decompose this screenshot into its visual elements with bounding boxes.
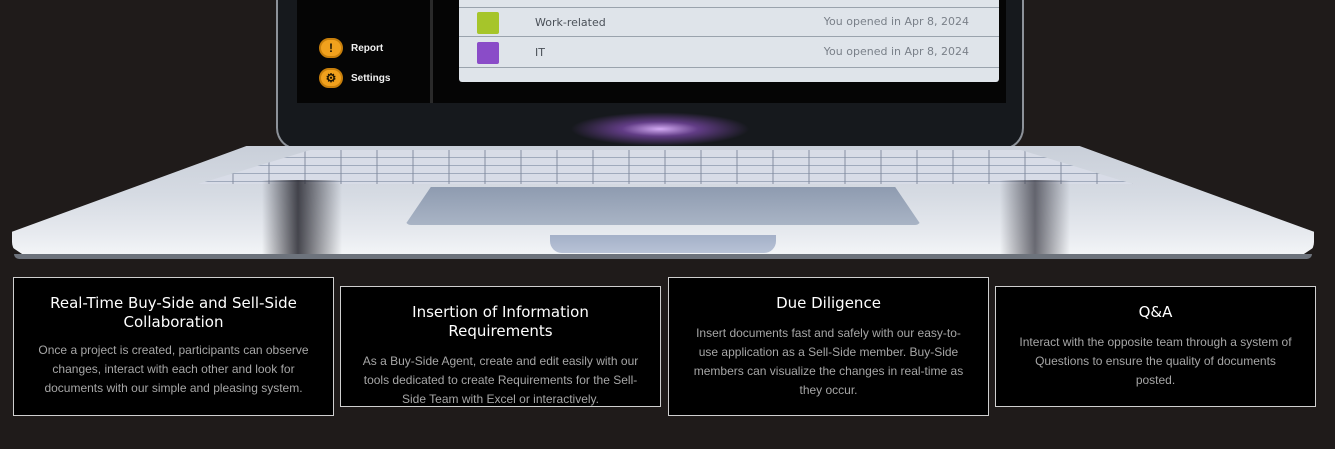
feature-title: Insertion of Information Requirements	[412, 303, 589, 340]
screen-glow	[570, 112, 750, 146]
feature-title: Real-Time Buy-Side and Sell-Side Collabo…	[50, 294, 297, 331]
deck-reflection-left	[262, 180, 342, 256]
feature-title: Q&A	[1138, 303, 1173, 321]
alert-icon: !	[319, 38, 343, 58]
laptop-opening-notch	[550, 235, 776, 253]
feature-title: Due Diligence	[776, 294, 881, 312]
file-opened-date: You opened in Apr 8, 2024	[823, 15, 969, 28]
feature-card-qa: Q&A Interact with the opposite team thro…	[995, 286, 1316, 407]
laptop-screen: ! Report ⚙ Settings Work-related You ope…	[297, 0, 1006, 103]
feature-description: As a Buy-Side Agent, create and edit eas…	[362, 354, 639, 406]
sidebar-item-settings[interactable]: ⚙ Settings	[319, 68, 390, 88]
app-main: Work-related You opened in Apr 8, 2024 I…	[442, 0, 1006, 103]
file-row-it[interactable]: IT You opened in Apr 8, 2024	[459, 38, 999, 68]
file-opened-date: You opened in Apr 8, 2024	[823, 45, 969, 58]
deck-reflection-right	[1000, 180, 1070, 256]
feature-card-due-diligence: Due Diligence Insert documents fast and …	[668, 277, 989, 416]
sidebar-item-report[interactable]: ! Report	[319, 38, 383, 58]
feature-description: Insert documents fast and safely with ou…	[693, 326, 964, 397]
gear-icon: ⚙	[319, 68, 343, 88]
folder-icon	[477, 12, 499, 34]
app-sidebar: ! Report ⚙ Settings	[297, 0, 433, 103]
file-name: Work-related	[535, 16, 606, 29]
file-name: IT	[535, 46, 545, 59]
feature-description: Once a project is created, participants …	[38, 343, 309, 395]
sidebar-item-label: Report	[351, 42, 384, 54]
laptop-keyboard	[198, 150, 1133, 184]
folder-icon	[477, 42, 499, 64]
recent-files-list: Work-related You opened in Apr 8, 2024 I…	[459, 0, 999, 82]
feature-card-requirements: Insertion of Information Requirements As…	[340, 286, 661, 407]
laptop-trackpad	[405, 187, 921, 225]
laptop-base-edge	[14, 254, 1312, 259]
feature-card-collaboration: Real-Time Buy-Side and Sell-Side Collabo…	[13, 277, 334, 416]
file-row-work-related[interactable]: Work-related You opened in Apr 8, 2024	[459, 7, 999, 37]
sidebar-item-label: Settings	[351, 72, 391, 84]
laptop-illustration: ! Report ⚙ Settings Work-related You ope…	[0, 0, 1335, 265]
feature-description: Interact with the opposite team through …	[1019, 335, 1292, 387]
